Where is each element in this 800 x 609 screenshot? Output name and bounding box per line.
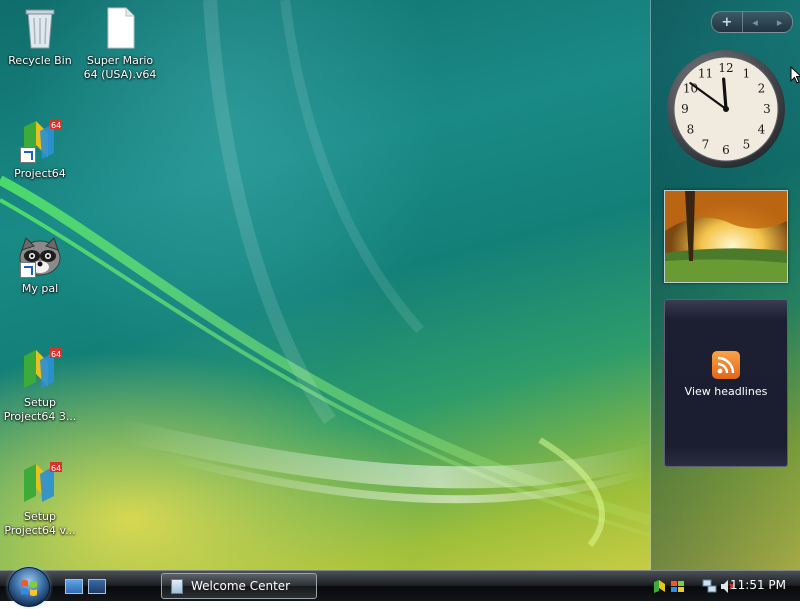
svg-text:64: 64 — [51, 464, 61, 473]
view-headlines-link[interactable]: View headlines — [665, 385, 787, 398]
desktop-icon-project64[interactable]: 64 Project64 — [1, 117, 79, 181]
desktop-icon-my-pal[interactable]: My pal — [1, 232, 79, 296]
project64-setup-icon: 64 — [16, 460, 64, 508]
taskbar: Welcome Center 11:51 PM — [0, 567, 800, 607]
desktop-icon-label: Super Mario 64 (USA).v64 — [83, 54, 157, 81]
sidebar-controls: + ◂ ▸ — [711, 11, 793, 33]
svg-text:64: 64 — [51, 121, 61, 130]
clock-numeral: 12 — [718, 61, 733, 75]
landscape-photo — [665, 191, 787, 282]
desktop-icon-super-mario-file[interactable]: Super Mario 64 (USA).v64 — [81, 4, 159, 82]
clock-numeral: 9 — [681, 102, 689, 116]
desktop-icon-label: Recycle Bin — [8, 54, 72, 67]
mouse-cursor-icon — [790, 66, 800, 84]
shortcut-arrow-icon — [20, 147, 36, 163]
desktop-icon-label: Setup Project64 v... — [4, 510, 76, 537]
desktop-icon-label: Project64 — [14, 167, 66, 180]
switch-windows-icon[interactable] — [88, 579, 106, 594]
desktop-icon-label: Setup Project64 3... — [3, 396, 77, 423]
shortcut-arrow-icon — [20, 262, 36, 278]
wallpaper-aurora — [0, 0, 650, 547]
clock-numeral: 2 — [758, 82, 766, 96]
taskbar-button-label: Welcome Center — [191, 579, 291, 593]
clock-numeral: 8 — [687, 123, 695, 137]
recycle-bin-icon — [16, 4, 64, 52]
desktop-icon-recycle-bin[interactable]: Recycle Bin — [1, 4, 79, 68]
svg-text:64: 64 — [51, 350, 61, 359]
next-page-button[interactable]: ▸ — [767, 12, 792, 32]
file-icon — [96, 4, 144, 52]
window-icon — [171, 578, 183, 594]
show-desktop-icon[interactable] — [65, 579, 83, 594]
clock-gadget[interactable]: 12 1234567891011 — [665, 48, 787, 170]
clock-center — [723, 106, 729, 112]
clock-numeral: 4 — [758, 123, 766, 137]
raccoon-icon — [16, 232, 64, 280]
project64-tray-icon[interactable] — [652, 579, 667, 594]
start-button[interactable] — [8, 567, 50, 607]
clock-numeral: 1 — [743, 66, 751, 80]
clock-numeral: 3 — [763, 102, 771, 116]
project64-icon: 64 — [16, 117, 64, 165]
clock-numeral: 7 — [702, 138, 710, 152]
rss-icon — [712, 351, 740, 379]
desktop-icon-label: My pal — [21, 282, 59, 295]
clock-numeral: 11 — [698, 66, 713, 80]
desktop[interactable]: Recycle Bin Super Mario 64 (USA).v64 64 … — [0, 0, 800, 570]
add-gadget-button[interactable]: + — [712, 12, 743, 32]
notification-area: 11:51 PM — [646, 571, 800, 601]
windows-sidebar: + ◂ ▸ 12 1 2 3 4 5 6 7 8 9 10 11 View he… — [650, 0, 800, 570]
taskbar-button-welcome-center[interactable]: Welcome Center — [161, 573, 317, 599]
feed-headlines-gadget[interactable]: View headlines — [664, 299, 788, 467]
network-icon[interactable] — [702, 579, 717, 594]
clock-numeral: 5 — [743, 138, 751, 152]
desktop-icon-setup-project64-3[interactable]: 64 Setup Project64 3... — [1, 346, 79, 424]
system-clock[interactable]: 11:51 PM — [730, 578, 786, 592]
slideshow-gadget[interactable] — [664, 190, 788, 283]
flag-tray-icon[interactable] — [670, 579, 685, 594]
windows-start-orb-icon — [21, 580, 37, 596]
clock-numeral: 6 — [722, 143, 730, 157]
previous-page-button[interactable]: ◂ — [743, 12, 768, 32]
desktop-icon-setup-project64-v[interactable]: 64 Setup Project64 v... — [1, 460, 79, 538]
project64-setup-icon: 64 — [16, 346, 64, 394]
